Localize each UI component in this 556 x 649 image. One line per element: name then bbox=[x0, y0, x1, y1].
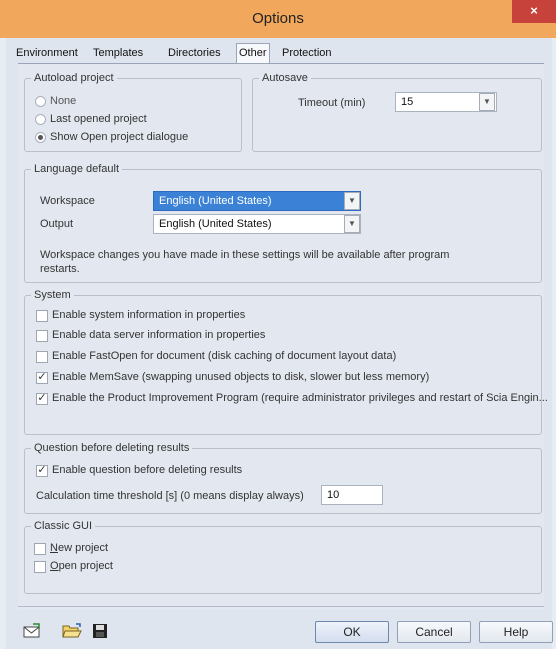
system-legend: System bbox=[34, 289, 71, 301]
title-bar: Options × bbox=[0, 0, 556, 38]
bottom-divider bbox=[18, 606, 544, 607]
classic-gui-group: Classic GUI bbox=[24, 520, 542, 594]
fastopen-label[interactable]: Enable FastOpen for document (disk cachi… bbox=[52, 350, 396, 362]
open-folder-icon[interactable] bbox=[61, 620, 83, 642]
output-language-combo[interactable]: English (United States) bbox=[153, 214, 361, 234]
workspace-dropdown-button[interactable]: ▼ bbox=[344, 192, 360, 210]
save-disk-icon[interactable] bbox=[89, 620, 111, 642]
question-enable-checkbox[interactable]: ✓ bbox=[36, 464, 48, 477]
envelope-icon[interactable] bbox=[21, 620, 43, 642]
tab-environment[interactable]: Environment bbox=[14, 44, 80, 63]
open-project-mnemonic: O bbox=[50, 560, 59, 572]
open-project-checkbox[interactable] bbox=[34, 561, 46, 573]
autoload-last-opened-radio[interactable] bbox=[35, 114, 46, 125]
system-info-label[interactable]: Enable system information in properties bbox=[52, 309, 245, 321]
open-project-label-rest: pen project bbox=[58, 560, 113, 572]
autoload-legend: Autoload project bbox=[34, 72, 114, 84]
language-legend: Language default bbox=[34, 163, 120, 175]
classic-gui-legend: Classic GUI bbox=[34, 520, 93, 532]
timeout-dropdown-button[interactable]: ▼ bbox=[479, 93, 495, 111]
autoload-show-dialogue-radio[interactable] bbox=[35, 132, 46, 143]
output-label: Output bbox=[40, 218, 74, 230]
threshold-label: Calculation time threshold [s] (0 means … bbox=[36, 490, 304, 502]
autoload-none-label[interactable]: None bbox=[50, 95, 76, 107]
system-info-checkbox[interactable] bbox=[36, 310, 48, 322]
workspace-label: Workspace bbox=[40, 195, 95, 207]
question-group: Question before deleting results bbox=[24, 442, 542, 514]
autoload-none-radio[interactable] bbox=[35, 96, 46, 107]
memsave-label[interactable]: Enable MemSave (swapping unused objects … bbox=[52, 371, 429, 383]
new-project-mnemonic: N bbox=[50, 542, 58, 554]
help-button[interactable]: Help bbox=[479, 621, 553, 643]
chevron-down-icon: ▼ bbox=[348, 196, 356, 205]
output-dropdown-button[interactable]: ▼ bbox=[344, 215, 360, 233]
autoload-show-dialogue-label[interactable]: Show Open project dialogue bbox=[50, 131, 188, 143]
checkmark-icon: ✓ bbox=[37, 464, 47, 476]
new-project-checkbox[interactable] bbox=[34, 543, 46, 555]
ok-button[interactable]: OK bbox=[315, 621, 389, 643]
autosave-legend: Autosave bbox=[262, 72, 308, 84]
memsave-checkbox[interactable]: ✓ bbox=[36, 371, 48, 384]
workspace-language-combo[interactable]: English (United States) bbox=[153, 191, 361, 211]
window-title: Options bbox=[252, 10, 304, 27]
tab-other[interactable]: Other bbox=[236, 43, 270, 64]
threshold-input[interactable]: 10 bbox=[321, 485, 383, 505]
new-project-label-rest: ew project bbox=[57, 542, 109, 554]
autosave-group: Autosave bbox=[252, 72, 542, 152]
fastopen-checkbox[interactable] bbox=[36, 351, 48, 363]
chevron-down-icon: ▼ bbox=[483, 97, 491, 106]
improvement-program-label[interactable]: Enable the Product Improvement Program (… bbox=[52, 392, 548, 404]
tab-templates[interactable]: Templates bbox=[91, 44, 145, 63]
tab-directories[interactable]: Directories bbox=[166, 44, 223, 63]
autoload-last-opened-label[interactable]: Last opened project bbox=[50, 113, 147, 125]
data-server-info-label[interactable]: Enable data server information in proper… bbox=[52, 329, 265, 341]
improvement-program-checkbox[interactable]: ✓ bbox=[36, 392, 48, 405]
timeout-label: Timeout (min) bbox=[298, 97, 366, 109]
chevron-down-icon: ▼ bbox=[348, 219, 356, 228]
question-enable-label[interactable]: Enable question before deleting results bbox=[52, 464, 242, 476]
open-project-label[interactable]: Open project bbox=[50, 560, 113, 572]
checkmark-icon: ✓ bbox=[37, 392, 47, 404]
cancel-button[interactable]: Cancel bbox=[397, 621, 471, 643]
question-legend: Question before deleting results bbox=[34, 442, 190, 454]
new-project-label[interactable]: New project bbox=[50, 542, 108, 554]
tab-protection[interactable]: Protection bbox=[280, 44, 334, 63]
close-button[interactable]: × bbox=[512, 0, 556, 23]
checkmark-icon: ✓ bbox=[37, 371, 47, 383]
language-note: Workspace changes you have made in these… bbox=[40, 249, 450, 275]
data-server-info-checkbox[interactable] bbox=[36, 330, 48, 342]
